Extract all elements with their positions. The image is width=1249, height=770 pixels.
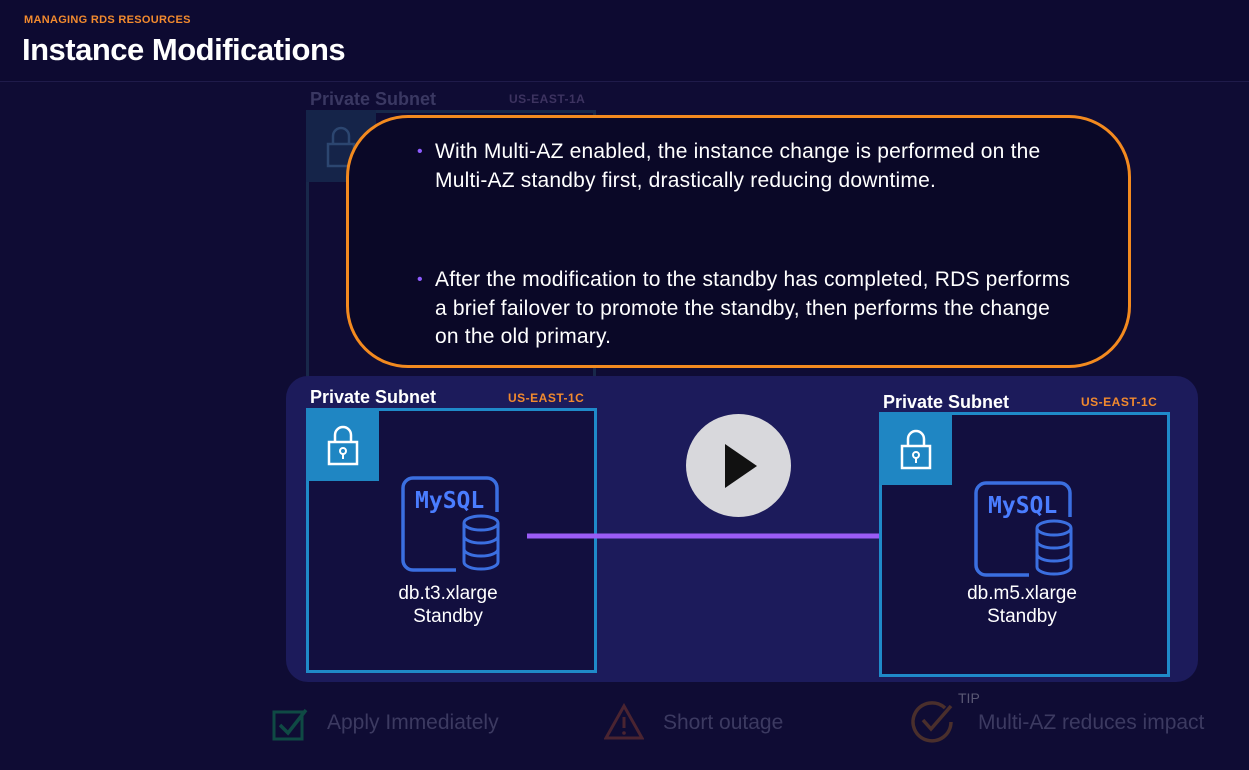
right-instance-role: Standby (987, 606, 1057, 627)
tip-tag: TIP (958, 690, 980, 706)
apply-immediately-label: Apply Immediately (327, 711, 499, 734)
bullet-dot-icon: • (417, 271, 423, 288)
play-button[interactable] (686, 414, 791, 517)
warning-icon (603, 702, 645, 746)
play-icon (724, 443, 757, 488)
callout-bullet-text: After the modification to the standby ha… (435, 268, 1071, 348)
left-az-label: US-EAST-1C (508, 391, 585, 405)
page-title: Instance Modifications (22, 32, 346, 67)
mysql-logo-text: MySQL (988, 493, 1057, 519)
bullet-dot-icon: • (417, 143, 423, 160)
right-subnet-label: Private Subnet (883, 392, 1010, 412)
multi-az-label: Multi-AZ reduces impact (978, 711, 1205, 734)
checkbox-checked-icon (272, 707, 310, 746)
mysql-database-icon: MySQL (974, 481, 1076, 586)
page-header: MANAGING RDS RESOURCES Instance Modifica… (0, 0, 1249, 82)
lock-icon (879, 412, 952, 485)
check-circle-icon (909, 698, 955, 749)
faded-az-label: US-EAST-1A (509, 92, 586, 106)
callout-bullet: • After the modification to the standby … (417, 266, 1075, 352)
right-az-label: US-EAST-1C (1081, 395, 1158, 409)
lock-icon (306, 408, 379, 481)
faded-subnet-label: Private Subnet (310, 89, 437, 109)
info-callout: • With Multi-AZ enabled, the instance ch… (346, 115, 1131, 368)
left-instance-role: Standby (413, 606, 483, 627)
mysql-logo-text: MySQL (415, 488, 484, 514)
right-instance-class: db.m5.xlarge (967, 583, 1077, 604)
section-kicker: MANAGING RDS RESOURCES (24, 14, 191, 26)
right-db-caption: db.m5.xlarge Standby (952, 582, 1092, 628)
left-db-caption: db.t3.xlarge Standby (380, 582, 516, 628)
short-outage-label: Short outage (663, 711, 784, 734)
left-subnet-label: Private Subnet (310, 387, 437, 407)
callout-bullet-text: With Multi-AZ enabled, the instance chan… (435, 140, 1041, 192)
left-instance-class: db.t3.xlarge (398, 583, 498, 604)
mysql-database-icon: MySQL (401, 476, 503, 581)
callout-bullet: • With Multi-AZ enabled, the instance ch… (417, 138, 1055, 195)
